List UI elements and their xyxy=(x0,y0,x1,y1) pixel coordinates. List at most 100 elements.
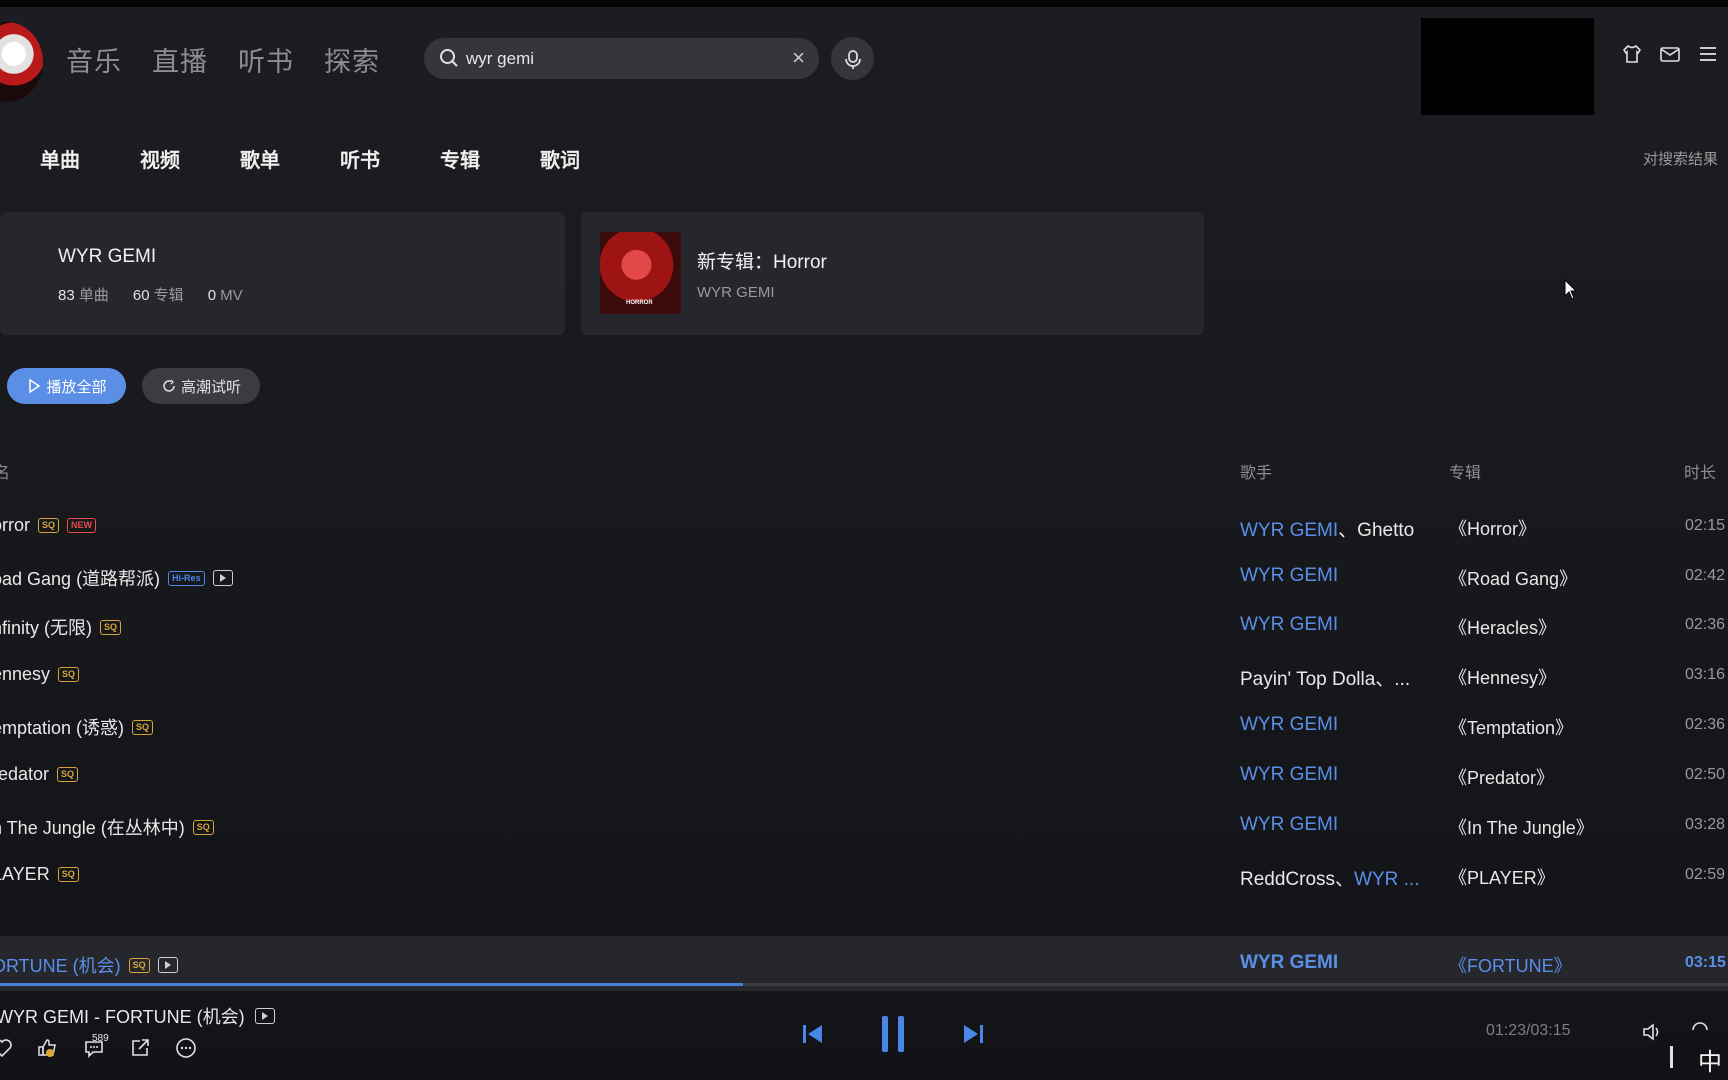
window-top-strip xyxy=(0,0,1728,7)
singer-link[interactable]: WYR GEMI xyxy=(1240,520,1338,541)
song-title[interactable]: orror SQ NEW xyxy=(0,515,97,536)
clear-icon[interactable]: × xyxy=(792,45,805,71)
song-duration: 02:36 xyxy=(1685,616,1726,633)
voice-search-button[interactable] xyxy=(831,37,874,80)
singer-text[interactable]: Payin' Top Dolla、... xyxy=(1240,669,1410,690)
song-row[interactable]: LAYER SQ ReddCross、WYR ... 《PLAYER》 02:59 xyxy=(0,848,1728,903)
tab-videos[interactable]: 视频 xyxy=(140,144,240,173)
tab-albums[interactable]: 专辑 xyxy=(440,144,540,173)
song-album[interactable]: 《Road Gang》 xyxy=(1449,565,1577,591)
heart-icon[interactable] xyxy=(0,1036,14,1060)
album-cover-text: HORROR xyxy=(626,300,653,306)
song-title[interactable]: redator SQ xyxy=(0,764,79,785)
song-singer[interactable]: Payin' Top Dolla、... xyxy=(1240,664,1410,691)
search-result-hint[interactable]: 对搜索结果 xyxy=(1643,148,1718,169)
tab-songs[interactable]: 单曲 xyxy=(40,144,140,173)
tab-lyrics[interactable]: 歌词 xyxy=(540,144,640,173)
quality-badge: SQ xyxy=(58,667,80,682)
nav-live[interactable]: 直播 xyxy=(152,40,208,79)
song-singer[interactable]: ReddCross、WYR ... xyxy=(1240,864,1420,891)
nav-music[interactable]: 音乐 xyxy=(66,40,122,79)
skin-icon[interactable] xyxy=(1620,42,1644,66)
pause-icon[interactable] xyxy=(878,1014,908,1059)
artist-avatar xyxy=(0,22,43,102)
song-album[interactable]: 《Horror》 xyxy=(1449,515,1536,541)
song-singer[interactable]: WYR GEMI、Ghetto xyxy=(1240,515,1414,542)
song-album[interactable]: 《PLAYER》 xyxy=(1449,864,1555,890)
mv-icon[interactable] xyxy=(157,957,178,973)
song-singer[interactable]: WYR GEMI xyxy=(1240,952,1338,974)
mail-icon[interactable] xyxy=(1658,42,1682,66)
like-icon[interactable] xyxy=(36,1036,60,1060)
song-row[interactable]: oad Gang (道路帮派) Hi-Res WYR GEMI 《Road Gang》… xyxy=(0,549,1728,604)
song-row[interactable]: redator SQ WYR GEMI 《Predator》 02:50 xyxy=(0,748,1728,803)
song-duration: 02:36 xyxy=(1685,716,1726,733)
tab-audiobooks[interactable]: 听书 xyxy=(340,144,440,173)
progress-fill xyxy=(0,983,744,986)
quality-badge: SQ xyxy=(192,819,214,835)
user-avatar-area[interactable] xyxy=(1421,18,1594,115)
song-singer[interactable]: WYR GEMI xyxy=(1240,764,1338,786)
singer-link[interactable]: WYR GEMI xyxy=(1240,614,1338,635)
song-album[interactable]: 《In The Jungle》 xyxy=(1449,814,1594,840)
song-title[interactable]: oad Gang (道路帮派) Hi-Res xyxy=(0,565,233,591)
singer-link[interactable]: WYR ... xyxy=(1354,869,1419,890)
more-icon[interactable] xyxy=(174,1036,198,1060)
song-album[interactable]: 《Heracles》 xyxy=(1449,614,1556,640)
singer-link[interactable]: WYR GEMI xyxy=(1240,714,1338,735)
quality-badge: Hi-Res xyxy=(168,570,205,586)
progress-bar[interactable] xyxy=(0,983,1728,986)
share-icon[interactable] xyxy=(128,1036,152,1060)
nav-audiobook[interactable]: 听书 xyxy=(238,40,294,79)
song-title[interactable]: ennesy SQ xyxy=(0,664,80,685)
mv-count: 0 xyxy=(207,287,217,304)
comment-count: 589 xyxy=(92,1033,109,1044)
next-icon[interactable] xyxy=(960,1021,986,1052)
song-title-text: redator xyxy=(0,764,50,784)
singer-link[interactable]: WYR GEMI xyxy=(1240,952,1338,973)
search-input[interactable] xyxy=(464,44,778,74)
songs-count: 83 xyxy=(58,287,75,304)
prev-icon[interactable] xyxy=(800,1021,826,1052)
header-singer: 歌手 xyxy=(1240,465,1273,482)
quality-badge: SQ xyxy=(57,867,79,882)
mv-icon[interactable] xyxy=(254,1008,275,1024)
artist-stats: 83 单曲 60 专辑 0 MV xyxy=(58,284,243,305)
song-singer[interactable]: WYR GEMI xyxy=(1240,814,1338,836)
song-singer[interactable]: WYR GEMI xyxy=(1240,714,1338,736)
highlight-preview-button[interactable]: 高潮试听 xyxy=(142,368,260,404)
song-row[interactable]: orror SQ NEW WYR GEMI、Ghetto 《Horror》 02:15 xyxy=(0,499,1728,554)
song-album[interactable]: 《Predator》 xyxy=(1449,764,1554,790)
play-all-button[interactable]: 播放全部 xyxy=(7,368,126,404)
song-title[interactable]: emptation (诱惑) SQ xyxy=(0,714,154,740)
song-title[interactable]: ORTUNE (机会) SQ xyxy=(0,952,178,978)
artist-card[interactable] xyxy=(0,212,565,335)
song-album[interactable]: 《Temptation》 xyxy=(1449,714,1573,740)
menu-icon[interactable] xyxy=(1696,42,1720,66)
ime-indicator[interactable]: 中 xyxy=(1660,1034,1728,1080)
ime-separator xyxy=(1670,1046,1673,1068)
mv-icon[interactable] xyxy=(212,570,233,586)
song-row[interactable]: n The Jungle (在丛林中) SQ WYR GEMI 《In The Jun… xyxy=(0,798,1728,853)
song-album[interactable]: 《FORTUNE》 xyxy=(1449,952,1572,978)
tab-playlists[interactable]: 歌单 xyxy=(240,144,340,173)
song-title[interactable]: n The Jungle (在丛林中) SQ xyxy=(0,814,214,840)
song-row[interactable]: emptation (诱惑) SQ WYR GEMI 《Temptation》 02:3… xyxy=(0,698,1728,753)
song-album[interactable]: 《Hennesy》 xyxy=(1449,664,1556,690)
singer-link[interactable]: WYR GEMI xyxy=(1240,764,1338,785)
song-singer[interactable]: WYR GEMI xyxy=(1240,614,1338,636)
nav-explore[interactable]: 探索 xyxy=(324,40,380,79)
singer-link[interactable]: WYR GEMI xyxy=(1240,565,1338,586)
song-title[interactable]: LAYER SQ xyxy=(0,864,79,885)
song-title-text: emptation (诱惑) xyxy=(0,718,125,738)
top-nav: 音乐 直播 听书 探索 xyxy=(66,40,380,79)
song-title[interactable]: nfinity (无限) SQ xyxy=(0,614,122,640)
song-singer[interactable]: WYR GEMI xyxy=(1240,565,1338,587)
song-row[interactable]: nfinity (无限) SQ WYR GEMI 《Heracles》 02:36 xyxy=(0,598,1728,653)
singer-text[interactable]: 、Ghetto xyxy=(1338,520,1414,541)
song-row[interactable]: ennesy SQ Payin' Top Dolla、... 《Hennesy》 03:… xyxy=(0,648,1728,703)
singer-text[interactable]: ReddCross、 xyxy=(1240,869,1354,890)
now-playing[interactable]: WYR GEMI - FORTUNE (机会) xyxy=(0,1003,275,1029)
now-playing-title: WYR GEMI - FORTUNE (机会) xyxy=(0,1007,245,1027)
singer-link[interactable]: WYR GEMI xyxy=(1240,814,1338,835)
